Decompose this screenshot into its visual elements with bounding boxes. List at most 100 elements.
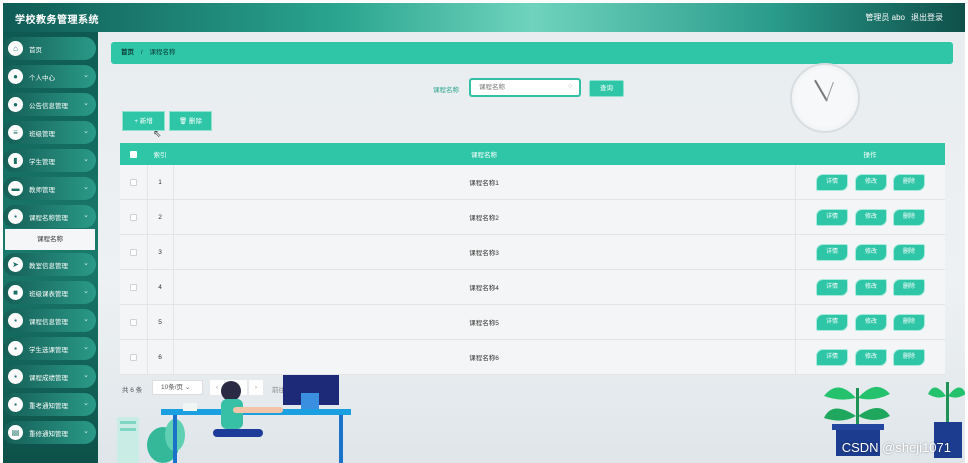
pot-stripe	[120, 421, 136, 424]
sidebar-item-label: 公告信息管理	[29, 103, 68, 110]
search-icon: ○	[568, 83, 573, 90]
send-icon: ➤	[8, 257, 23, 272]
user-icon: ●	[8, 97, 23, 112]
sidebar-item[interactable]: ▤ 重修通知管理 ⌄	[3, 421, 96, 444]
sidebar-item[interactable]: ■ 班级课表管理 ⌄	[3, 281, 96, 304]
row-delete-button[interactable]: 删除	[893, 209, 925, 226]
row-delete-button[interactable]: 删除	[893, 314, 925, 331]
column-divider	[795, 165, 796, 199]
sidebar: ⌂ 首页 ● 个人中心 ⌄ ● 公告信息管理 ⌄ ≡ 班级管理 ⌄ ▮ 学生管理 ⌄ ▬ 教师管理 ⌄ ▪ 课程名称…	[3, 32, 98, 463]
sidebar-item[interactable]: ≡ 班级管理 ⌄	[3, 121, 96, 144]
person-arm	[233, 407, 283, 413]
edit-button[interactable]: 修改	[855, 174, 887, 191]
sidebar-item[interactable]: ▬ 教师管理 ⌄	[3, 177, 96, 200]
row-delete-button[interactable]: 删除	[893, 349, 925, 366]
table-row: 3 课程名称3 详情 修改 删除	[120, 235, 945, 270]
table-row: 5 课程名称5 详情 修改 删除	[120, 305, 945, 340]
sidebar-item-label: 课程信息管理	[29, 319, 68, 326]
sidebar-subitem-course-name[interactable]: 课程名称	[5, 229, 95, 250]
clock-hand	[826, 82, 834, 102]
sidebar-item-label: 重修通知管理	[29, 431, 68, 438]
sidebar-item[interactable]: ▪ 课程成绩管理 ⌄	[3, 365, 96, 388]
person-head	[221, 381, 241, 401]
breadcrumb: 首页 / 课程名称	[111, 42, 953, 64]
sidebar-item[interactable]: ▪ 课程名称管理 ⌄	[3, 205, 96, 228]
row-index: 3	[158, 248, 162, 256]
select-all-checkbox[interactable]	[130, 150, 137, 158]
chevron-down-icon: ⌄	[83, 184, 89, 191]
chevron-down-icon: ⌄	[83, 100, 89, 107]
delete-button[interactable]: 🗑 删除	[169, 111, 212, 131]
search-button[interactable]: 查询	[589, 80, 624, 97]
detail-button[interactable]: 详情	[816, 209, 848, 226]
edit-button[interactable]: 修改	[855, 279, 887, 296]
list-icon: ≡	[8, 125, 23, 140]
row-course-name: 课程名称3	[469, 250, 499, 257]
chevron-down-icon: ⌄	[83, 212, 89, 219]
row-delete-button[interactable]: 删除	[893, 174, 925, 191]
breadcrumb-separator: /	[140, 49, 143, 56]
sidebar-item-label: 班级管理	[29, 131, 55, 138]
chevron-down-icon: ⌄	[83, 372, 89, 379]
row-select-cell	[120, 200, 147, 234]
video-icon: ■	[8, 285, 23, 300]
leaf	[858, 408, 890, 420]
leaf	[824, 387, 856, 400]
row-course-name: 课程名称4	[469, 285, 499, 292]
chevron-down-icon: ⌄	[83, 128, 89, 135]
table-row: 1 课程名称1 详情 修改 删除	[120, 165, 945, 200]
sidebar-item[interactable]: ➤ 教室信息管理 ⌄	[3, 253, 96, 276]
row-delete-button[interactable]: 删除	[893, 244, 925, 261]
row-checkbox[interactable]	[130, 283, 137, 291]
pot-rim	[832, 424, 884, 430]
chevron-down-icon: ⌄	[83, 400, 89, 407]
sidebar-item-label: 班级课表管理	[29, 291, 68, 298]
column-divider	[795, 305, 796, 339]
select-all-cell	[120, 143, 147, 165]
detail-button[interactable]: 详情	[816, 279, 848, 296]
cup	[183, 403, 197, 411]
edit-button[interactable]: 修改	[855, 349, 887, 366]
row-checkbox[interactable]	[130, 353, 137, 361]
add-button[interactable]: + 新增	[122, 111, 165, 131]
search-label: 课程名称	[433, 87, 459, 94]
sidebar-item[interactable]: ▮ 学生管理 ⌄	[3, 149, 96, 172]
leaf	[928, 387, 946, 398]
logout-link[interactable]: 退出登录	[911, 12, 943, 23]
chart-icon: ▮	[8, 153, 23, 168]
sidebar-item-label: 重考通知管理	[29, 403, 68, 410]
sidebar-item[interactable]: ● 个人中心 ⌄	[3, 65, 96, 88]
row-checkbox[interactable]	[130, 248, 137, 256]
stem	[946, 382, 949, 422]
table-row: 2 课程名称2 详情 修改 删除	[120, 200, 945, 235]
sidebar-item[interactable]: ▪ 课程信息管理 ⌄	[3, 309, 96, 332]
leaf	[824, 408, 856, 421]
edit-button[interactable]: 修改	[855, 314, 887, 331]
watermark: CSDN @sheji1071	[841, 440, 951, 455]
row-delete-button[interactable]: 删除	[893, 279, 925, 296]
search-input[interactable]	[469, 78, 581, 97]
detail-button[interactable]: 详情	[816, 349, 848, 366]
breadcrumb-home[interactable]: 首页	[121, 49, 134, 56]
breadcrumb-current: 课程名称	[149, 49, 176, 56]
detail-button[interactable]: 详情	[816, 314, 848, 331]
edit-button[interactable]: 修改	[855, 244, 887, 261]
row-index: 6	[158, 353, 162, 361]
user-icon: ●	[8, 69, 23, 84]
desk-leg	[339, 415, 343, 463]
sidebar-item[interactable]: ⌂ 首页	[3, 37, 96, 60]
detail-button[interactable]: 详情	[816, 174, 848, 191]
sidebar-item[interactable]: ▪ 重考通知管理 ⌄	[3, 393, 96, 416]
sidebar-item[interactable]: ▪ 学生选课管理 ⌄	[3, 337, 96, 360]
sidebar-item[interactable]: ● 公告信息管理 ⌄	[3, 93, 96, 116]
row-checkbox[interactable]	[130, 178, 137, 186]
row-checkbox[interactable]	[130, 318, 137, 326]
row-checkbox[interactable]	[130, 213, 137, 221]
mouse-cursor-icon: ⇖	[153, 129, 162, 140]
detail-button[interactable]: 详情	[816, 244, 848, 261]
person-legs	[213, 429, 263, 437]
edit-button[interactable]: 修改	[855, 209, 887, 226]
row-course-name: 课程名称6	[469, 355, 499, 362]
grid-icon: ▪	[8, 313, 23, 328]
desk-illustration	[117, 375, 351, 463]
